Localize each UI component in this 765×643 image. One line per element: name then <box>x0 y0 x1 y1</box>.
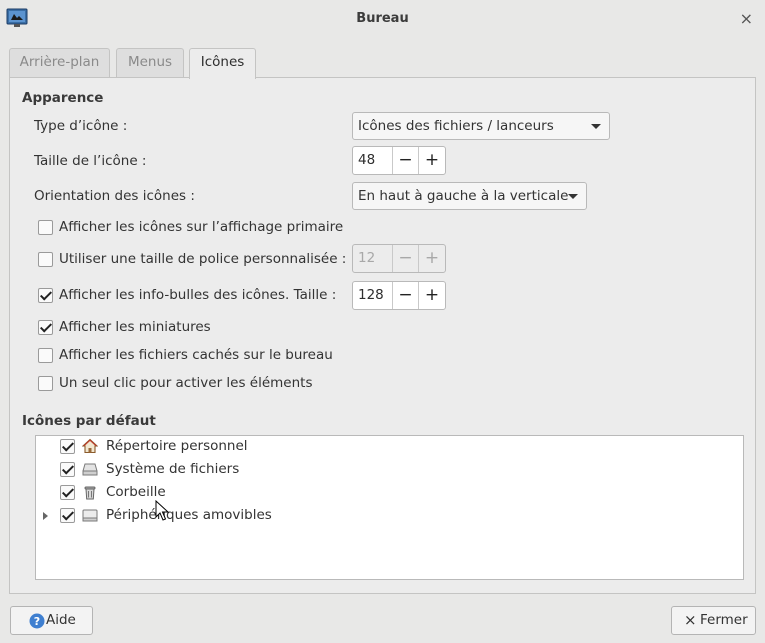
orientation-combo[interactable]: En haut à gauche à la verticale <box>352 182 587 210</box>
icon-size-value[interactable]: 48 <box>353 147 393 174</box>
window-title: Bureau <box>356 11 409 26</box>
tree-item-label: Périphériques amovibles <box>106 507 272 523</box>
tree-item-removable[interactable]: Périphériques amovibles <box>36 505 743 527</box>
default-icons-tree[interactable]: Répertoire personnel Système de fichiers… <box>35 435 744 580</box>
window-close-button[interactable]: × <box>740 9 753 29</box>
icon-type-label: Type d’icône : <box>34 118 128 134</box>
checkbox[interactable] <box>38 252 53 267</box>
mouse-pointer-icon <box>155 500 169 521</box>
checkbox[interactable] <box>38 288 53 303</box>
icons-panel: Apparence Type d’icône : Icônes des fich… <box>9 77 756 594</box>
checkbox[interactable] <box>60 462 75 477</box>
help-icon: ? <box>29 613 45 629</box>
chevron-down-icon <box>568 194 578 199</box>
tree-item-home[interactable]: Répertoire personnel <box>36 436 743 458</box>
tree-item-label: Système de fichiers <box>106 461 240 477</box>
icon-type-combo[interactable]: Icônes des fichiers / lanceurs <box>352 112 610 140</box>
font-size-increase-button: + <box>424 248 440 268</box>
help-button[interactable]: ? Aide <box>10 606 93 635</box>
home-icon <box>82 438 98 454</box>
trash-icon <box>84 486 96 500</box>
tree-item-label: Répertoire personnel <box>106 438 248 454</box>
checkbox[interactable] <box>60 439 75 454</box>
checkbox[interactable] <box>60 508 75 523</box>
close-button[interactable]: × Fermer <box>671 606 756 635</box>
help-label: Aide <box>46 612 76 628</box>
checkbox[interactable] <box>38 348 53 363</box>
option-label: Afficher les info-bulles des icônes. Tai… <box>59 287 337 303</box>
expander-arrow-icon[interactable] <box>43 512 48 520</box>
icon-size-increase-button[interactable]: + <box>419 147 445 174</box>
checkbox[interactable] <box>38 220 53 235</box>
icon-type-value: Icônes des fichiers / lanceurs <box>358 118 554 134</box>
drive-icon <box>82 463 98 476</box>
font-size-spinner: 12 − + <box>352 244 446 273</box>
removable-drive-icon <box>82 509 98 522</box>
icon-size-decrease-button[interactable]: − <box>393 147 419 174</box>
tree-item-filesystem[interactable]: Système de fichiers <box>36 459 743 481</box>
checkbox[interactable] <box>38 376 53 391</box>
option-label: Un seul clic pour activer les éléments <box>59 375 313 391</box>
appearance-section-title: Apparence <box>22 90 104 106</box>
orientation-value: En haut à gauche à la verticale <box>358 188 569 204</box>
icon-size-label: Taille de l’icône : <box>34 153 147 169</box>
tooltip-size-spinner[interactable]: 128 − + <box>352 281 446 310</box>
close-icon: × <box>684 611 697 629</box>
close-label: Fermer <box>700 612 748 628</box>
option-label: Afficher les fichiers cachés sur le bure… <box>59 347 333 363</box>
option-label: Utiliser une taille de police personnali… <box>59 251 347 267</box>
tab-menus[interactable]: Menus <box>116 48 184 78</box>
tooltip-size-value[interactable]: 128 <box>353 282 393 309</box>
orientation-label: Orientation des icônes : <box>34 188 195 204</box>
font-size-decrease-button: − <box>393 245 419 272</box>
svg-text:?: ? <box>34 615 40 628</box>
option-label: Afficher les miniatures <box>59 319 211 335</box>
option-label: Afficher les icônes sur l’affichage prim… <box>59 219 344 235</box>
checkbox[interactable] <box>38 320 53 335</box>
tree-item-label: Corbeille <box>106 484 166 500</box>
tooltip-size-increase-button[interactable]: + <box>419 282 445 309</box>
icon-size-spinner[interactable]: 48 − + <box>352 146 446 175</box>
title-bar: Bureau × <box>0 0 765 38</box>
chevron-down-icon <box>591 124 601 129</box>
tree-item-trash[interactable]: Corbeille <box>36 482 743 504</box>
tab-background[interactable]: Arrière-plan <box>9 48 110 78</box>
font-size-value: 12 <box>353 245 393 272</box>
tab-icons[interactable]: Icônes <box>189 48 256 79</box>
default-icons-section-title: Icônes par défaut <box>22 413 156 429</box>
checkbox[interactable] <box>60 485 75 500</box>
tooltip-size-decrease-button[interactable]: − <box>393 282 419 309</box>
